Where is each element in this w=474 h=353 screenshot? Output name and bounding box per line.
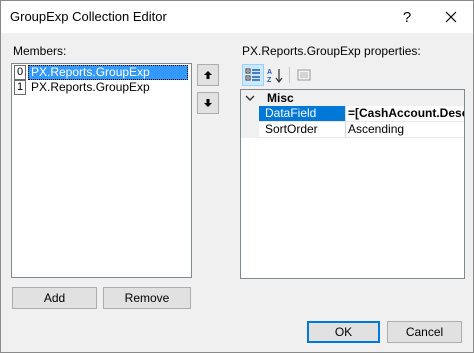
members-list[interactable]: 0 PX.Reports.GroupExp 1 PX.Reports.Group… [11,63,192,278]
category-label: Misc [267,91,294,105]
move-up-button[interactable] [197,64,219,86]
category-row[interactable]: Misc [241,90,464,106]
cancel-button[interactable]: Cancel [387,321,462,343]
property-pages-button[interactable] [293,64,315,86]
property-name: SortOrder [259,122,346,138]
list-item[interactable]: 0 PX.Reports.GroupExp [13,65,190,80]
svg-text:A: A [267,69,272,76]
help-icon: ? [402,8,412,26]
close-button[interactable] [433,1,469,33]
chevron-down-icon[interactable] [245,93,255,103]
svg-text:Z: Z [267,77,272,83]
add-button[interactable]: Add [12,287,97,309]
member-index: 1 [14,80,26,95]
property-pages-icon [297,69,311,81]
arrow-down-icon [204,99,212,107]
property-name: DataField [259,106,346,122]
remove-button[interactable]: Remove [103,287,191,309]
member-index: 0 [14,65,26,80]
properties-label: PX.Reports.GroupExp properties: [242,44,421,58]
alphabetical-icon: A Z [267,69,283,83]
property-row[interactable]: SortOrder Ascending [259,122,464,138]
member-name: PX.Reports.GroupExp [31,80,150,94]
toolbar-separator [289,67,290,83]
property-value[interactable]: Ascending [346,122,464,138]
help-button[interactable]: ? [393,1,421,33]
window-title: GroupExp Collection Editor [10,9,167,24]
property-value[interactable]: =[CashAccount.Desc [346,106,464,122]
title-bar: GroupExp Collection Editor ? [1,1,473,33]
categorized-icon [245,68,260,81]
categorized-button[interactable] [242,64,264,86]
move-down-button[interactable] [197,92,219,114]
close-icon [445,11,457,23]
property-row[interactable]: DataField =[CashAccount.Desc [259,106,464,122]
ok-button[interactable]: OK [307,321,380,343]
list-item[interactable]: 1 PX.Reports.GroupExp [13,80,190,95]
members-label: Members: [13,44,67,58]
property-grid-toolbar: A Z [240,63,465,87]
member-name: PX.Reports.GroupExp [28,65,188,80]
property-grid[interactable]: Misc DataField =[CashAccount.Desc SortOr… [240,89,465,279]
arrow-up-icon [204,71,212,79]
collection-editor-dialog: GroupExp Collection Editor ? Members: 0 … [0,0,474,353]
alphabetical-button[interactable]: A Z [265,64,287,86]
